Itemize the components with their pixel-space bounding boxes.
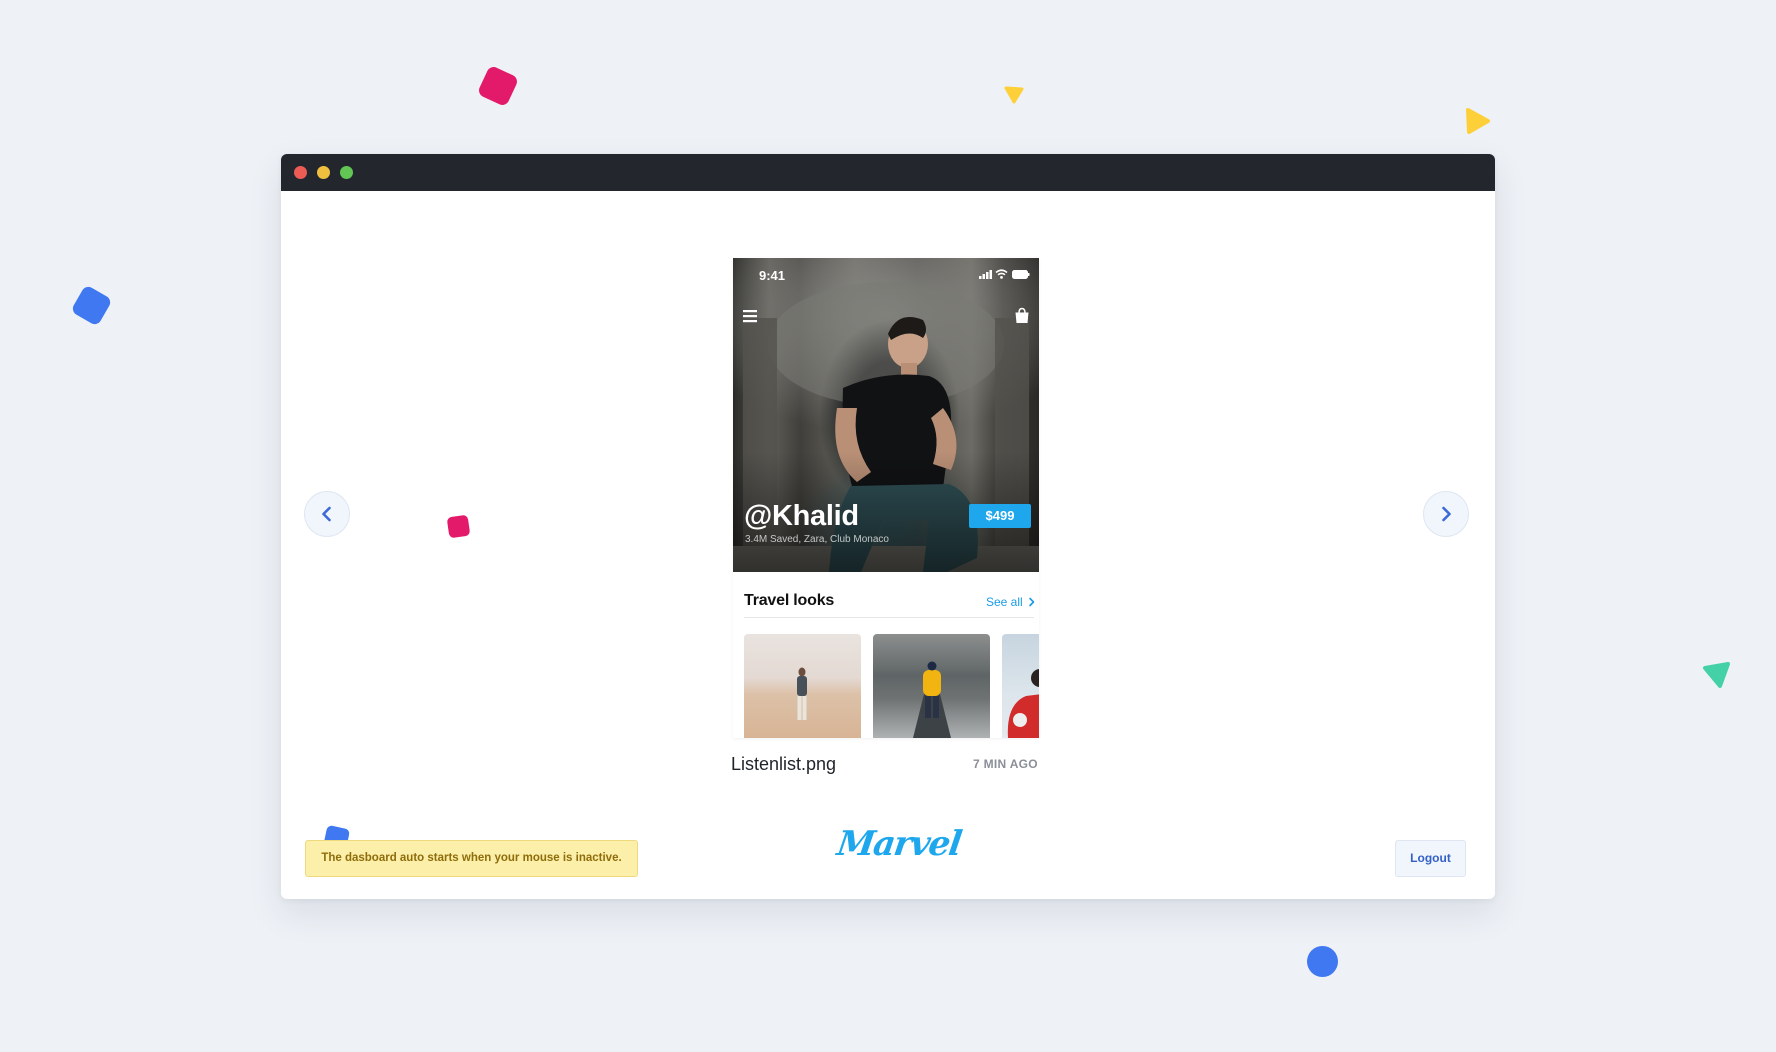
wifi-icon (995, 269, 1008, 279)
confetti-triangle (1004, 86, 1024, 109)
file-timestamp: 7 MIN AGO (973, 757, 1038, 771)
previous-screen-button[interactable] (304, 491, 350, 537)
marvel-logo: Marvel (834, 824, 964, 864)
minimize-window-button[interactable] (317, 166, 330, 179)
signal-icon (979, 270, 992, 279)
auto-start-notice: The dasboard auto starts when your mouse… (305, 840, 638, 877)
confetti-triangle (1464, 106, 1492, 141)
file-name: Listenlist.png (731, 754, 837, 774)
logout-button[interactable]: Logout (1395, 840, 1466, 877)
chevron-left-icon (322, 506, 331, 522)
confetti-square (446, 514, 471, 539)
red-car-look-image[interactable] (1002, 634, 1039, 738)
screen-preview[interactable]: 9:41 @Khalid 3.4M Saved, Zara, Club Mona… (733, 258, 1039, 738)
chevron-right-icon (1442, 506, 1451, 522)
price-badge[interactable]: $499 (969, 504, 1031, 528)
see-all-link[interactable]: See all (986, 595, 1036, 609)
close-window-button[interactable] (294, 166, 307, 179)
confetti-square (70, 284, 113, 327)
confetti-dot (1307, 946, 1338, 977)
chevron-right-icon (1029, 597, 1035, 607)
status-time: 9:41 (759, 268, 786, 283)
desert-look-image[interactable] (744, 634, 861, 738)
section-divider (744, 617, 1034, 618)
profile-subtitle: 3.4M Saved, Zara, Club Monaco (745, 534, 889, 545)
see-all-label: See all (986, 595, 1023, 609)
profile-hero-image: 9:41 @Khalid 3.4M Saved, Zara, Club Mona… (733, 258, 1039, 572)
profile-handle: @Khalid (744, 500, 859, 532)
next-screen-button[interactable] (1423, 491, 1469, 537)
confetti-triangle (1702, 660, 1732, 695)
window-titlebar (281, 154, 1495, 191)
menu-icon[interactable] (742, 309, 758, 323)
shopping-bag-icon[interactable] (1014, 307, 1030, 324)
maximize-window-button[interactable] (340, 166, 353, 179)
section-title: Travel looks (744, 592, 835, 609)
snow-road-look-image[interactable] (873, 634, 990, 738)
battery-icon (1012, 270, 1030, 279)
dashboard-window: 9:41 @Khalid 3.4M Saved, Zara, Club Mona… (281, 154, 1495, 899)
confetti-square (476, 64, 520, 108)
